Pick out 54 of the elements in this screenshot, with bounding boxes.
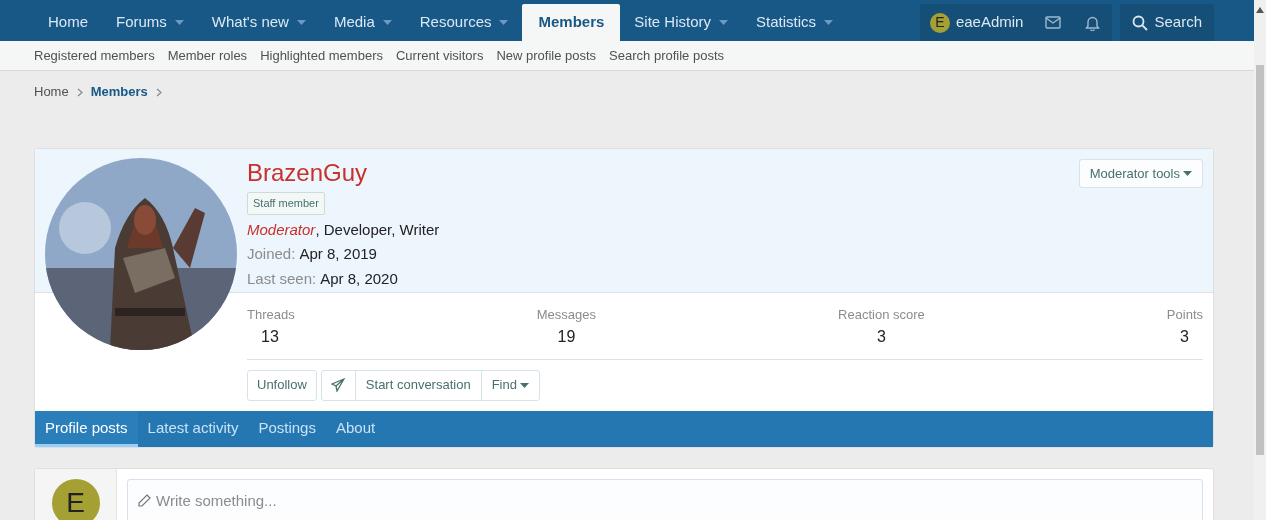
scrollbar-thumb[interactable]	[1256, 65, 1264, 455]
nav-tab[interactable]: Statistics	[742, 4, 848, 41]
subnav-link[interactable]: Member roles	[167, 45, 248, 66]
unfollow-button[interactable]: Unfollow	[247, 369, 317, 401]
stat-value: 3	[1180, 326, 1190, 347]
subnav-link[interactable]: Registered members	[34, 45, 155, 66]
staff-badge: Staff member	[247, 192, 325, 215]
profile-tab[interactable]: Postings	[248, 410, 326, 447]
stat-value: 19	[556, 326, 577, 347]
pencil-icon	[137, 493, 151, 508]
info-value: Apr 8, 2019	[299, 244, 377, 264]
profile-tab[interactable]: Profile posts	[35, 410, 138, 447]
moderator-tools-button[interactable]: Moderator tools	[1078, 159, 1203, 188]
nav-tab[interactable]: What's new	[197, 4, 320, 41]
nav-tab[interactable]: Site History	[620, 4, 743, 41]
stat-label: Points	[1166, 306, 1203, 324]
find-button[interactable]: Find	[481, 370, 539, 400]
nav-tab[interactable]: Media	[319, 4, 406, 41]
chevron-icon	[76, 87, 83, 97]
caret-icon	[519, 382, 529, 388]
scroll-up-icon	[1256, 7, 1264, 13]
user-avatar: E	[929, 12, 950, 33]
bell-icon	[1085, 14, 1101, 31]
subnav-link[interactable]: New profile posts	[496, 45, 597, 66]
paper-plane-icon	[331, 378, 346, 392]
nav-tab[interactable]: Forums	[102, 4, 198, 41]
stat-value: 3	[876, 326, 887, 347]
envelope-icon	[1045, 16, 1062, 29]
subnav-link[interactable]: Search profile posts	[609, 45, 724, 66]
search-icon	[1132, 14, 1149, 31]
stat-label: Messages	[536, 306, 596, 324]
profile-tab[interactable]: About	[325, 410, 386, 447]
stat-label: Threads	[247, 306, 295, 324]
caret-icon	[1183, 171, 1192, 176]
stat-value: 13	[260, 326, 280, 347]
nav-tab[interactable]: Resources	[405, 4, 523, 41]
info-label: Last seen:	[247, 268, 317, 289]
start-conversation-button[interactable]: Start conversation	[355, 370, 482, 400]
user-avatar: E	[51, 478, 100, 520]
chevron-icon	[155, 87, 162, 97]
breadcrumb-link[interactable]: Home	[34, 82, 69, 102]
search-button[interactable]: Search	[1120, 4, 1214, 41]
info-value: Apr 8, 2020	[320, 268, 398, 289]
stat-label: Reaction score	[838, 306, 925, 324]
nav-tab[interactable]: Home	[34, 4, 102, 41]
subnav-link[interactable]: Highlighted members	[260, 45, 383, 66]
profile-tab[interactable]: Latest activity	[137, 410, 249, 447]
post-input-field[interactable]: Write something...	[127, 478, 1203, 520]
subnav-link[interactable]: Current visitors	[395, 45, 484, 66]
member-titles: Moderator, Developer, Writer	[247, 219, 440, 240]
breadcrumb-link[interactable]: Members	[90, 82, 148, 102]
member-name: BrazenGuy	[247, 159, 368, 187]
nav-tab[interactable]: Members	[522, 4, 621, 41]
info-label: Joined:	[247, 244, 296, 264]
